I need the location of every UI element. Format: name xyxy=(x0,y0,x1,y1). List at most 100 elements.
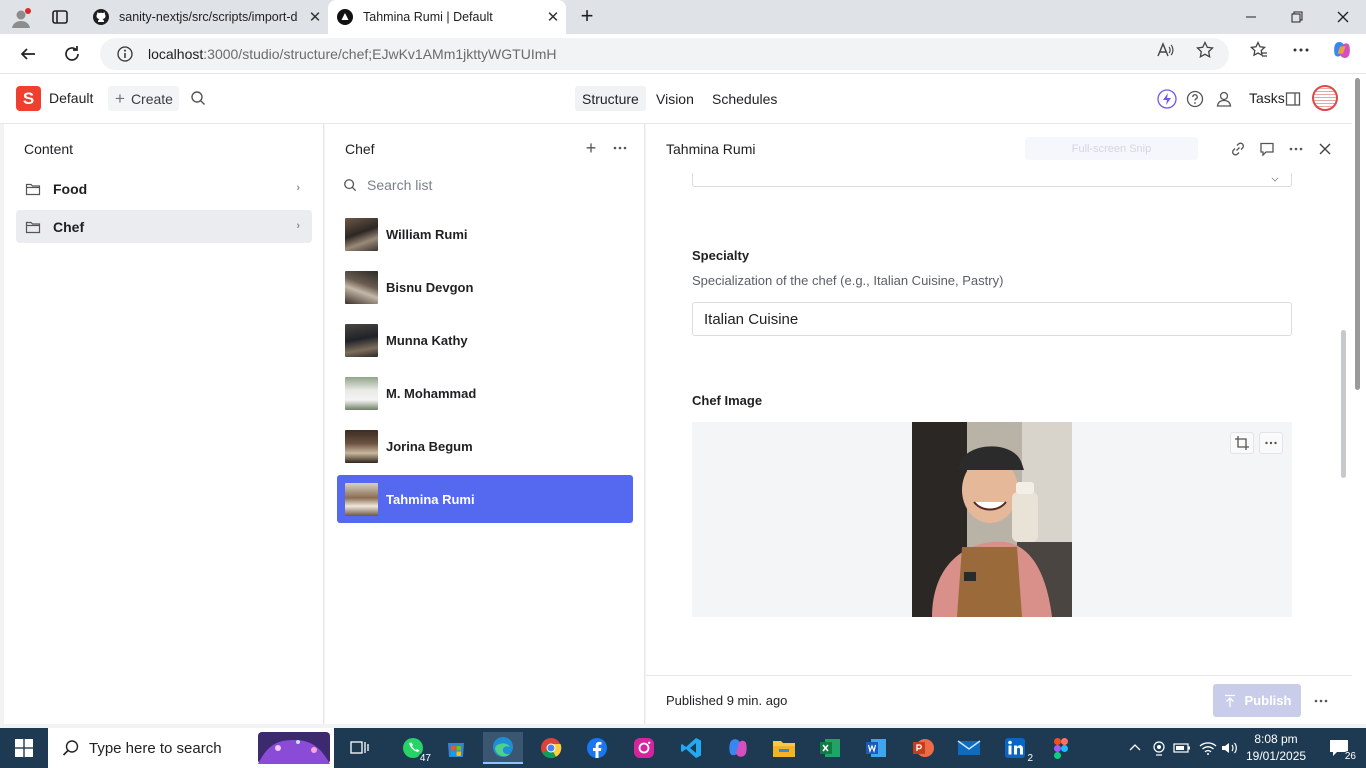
browser-tab-studio[interactable]: Tahmina Rumi | Default ✕ xyxy=(328,0,566,34)
page-scrollbar-thumb[interactable] xyxy=(1355,78,1360,390)
vscode-icon[interactable] xyxy=(671,732,711,764)
linkedin-badge: 2 xyxy=(1025,753,1035,764)
favorites-icon[interactable] xyxy=(1249,40,1269,60)
sanity-logo-icon[interactable]: S xyxy=(16,86,41,111)
windows-start-icon[interactable] xyxy=(0,728,48,768)
create-label: Create xyxy=(130,90,173,107)
wifi-icon[interactable] xyxy=(1198,738,1218,758)
taskbar-search-box[interactable]: Type here to search xyxy=(48,728,334,768)
browser-tab-github[interactable]: sanity-nextjs/src/scripts/import-d ✕ xyxy=(84,0,328,34)
crop-icon[interactable] xyxy=(1230,432,1254,454)
new-tab-icon[interactable]: + xyxy=(576,5,598,28)
more-options-icon[interactable] xyxy=(1291,40,1311,60)
publish-status: Published 9 min. ago xyxy=(666,693,788,708)
nav-structure[interactable]: Structure xyxy=(575,86,646,111)
document-actions-menu-icon[interactable] xyxy=(1310,690,1332,712)
workspace-name[interactable]: Default xyxy=(49,90,93,106)
close-tab-icon[interactable]: ✕ xyxy=(540,4,566,30)
document-footer: Published 9 min. ago Publish xyxy=(646,675,1352,724)
chef-list-item[interactable]: Munna Kathy xyxy=(337,316,633,364)
facebook-icon[interactable] xyxy=(577,732,617,764)
copilot-app-icon[interactable] xyxy=(718,732,758,764)
chef-name: William Rumi xyxy=(386,226,468,242)
chef-list-item-selected[interactable]: Tahmina Rumi xyxy=(337,475,633,523)
comment-icon[interactable] xyxy=(1256,138,1278,160)
taskbar-search-placeholder: Type here to search xyxy=(89,739,222,757)
taskbar-clock[interactable]: 8:08 pm 19/01/2025 xyxy=(1246,731,1306,765)
chef-list-item[interactable]: Bisnu Devgon xyxy=(337,263,633,311)
content-pane-title: Content xyxy=(24,141,74,157)
chef-image-field[interactable] xyxy=(692,422,1292,617)
show-hidden-icons-icon[interactable] xyxy=(1125,738,1145,758)
sidebar-toggle-icon[interactable] xyxy=(1283,89,1303,109)
whatsapp-icon[interactable]: 47 xyxy=(393,732,433,764)
user-avatar[interactable] xyxy=(1312,85,1338,111)
chrome-icon[interactable] xyxy=(531,732,571,764)
content-item-food[interactable]: Food › xyxy=(16,172,312,205)
linkedin-icon[interactable]: 2 xyxy=(995,732,1035,764)
minimize-icon[interactable] xyxy=(1228,0,1274,34)
publish-label: Publish xyxy=(1244,693,1292,708)
chef-name: M. Mohammad xyxy=(386,385,477,401)
chef-thumbnail xyxy=(345,482,378,516)
restore-icon[interactable] xyxy=(1274,0,1320,34)
nav-schedules[interactable]: Schedules xyxy=(705,86,784,111)
address-bar[interactable]: localhost:3000/studio/structure/chef;EJw… xyxy=(100,38,1229,70)
help-icon[interactable] xyxy=(1185,89,1205,109)
close-window-icon[interactable] xyxy=(1320,0,1366,34)
word-icon[interactable] xyxy=(856,732,896,764)
powerpoint-icon[interactable] xyxy=(903,732,943,764)
lightning-icon[interactable] xyxy=(1157,89,1177,109)
tasks-button[interactable]: Tasks xyxy=(1249,90,1285,106)
mail-icon[interactable] xyxy=(949,732,989,764)
link-icon[interactable] xyxy=(1227,138,1249,160)
notifications-badge: 26 xyxy=(1342,751,1358,762)
close-pane-icon[interactable] xyxy=(1314,138,1336,160)
back-icon[interactable] xyxy=(13,39,43,69)
instagram-icon[interactable] xyxy=(624,732,664,764)
chef-list-item[interactable]: Jorina Begum xyxy=(337,422,633,470)
site-info-icon[interactable] xyxy=(116,45,134,63)
chef-list-item[interactable]: William Rumi xyxy=(337,210,633,258)
figma-icon[interactable] xyxy=(1041,732,1081,764)
document-scrollbar-thumb[interactable] xyxy=(1341,330,1346,478)
tab-title: Tahmina Rumi | Default xyxy=(363,10,493,24)
pane-menu-icon[interactable] xyxy=(610,138,630,158)
copilot-icon[interactable] xyxy=(1332,40,1352,60)
favorite-star-icon[interactable] xyxy=(1195,40,1215,60)
search-list-input[interactable]: Search list xyxy=(343,177,432,193)
task-view-icon[interactable] xyxy=(340,732,380,764)
content-item-chef[interactable]: Chef › xyxy=(16,210,312,243)
document-title: Tahmina Rumi xyxy=(666,141,756,157)
profile-icon[interactable] xyxy=(10,7,32,29)
presence-icon[interactable] xyxy=(1214,89,1234,109)
volume-icon[interactable] xyxy=(1220,738,1240,758)
webcam-icon[interactable] xyxy=(1149,738,1169,758)
document-menu-icon[interactable] xyxy=(1285,138,1307,160)
tab-actions-icon[interactable] xyxy=(51,8,69,26)
search-icon[interactable] xyxy=(190,90,208,108)
read-aloud-icon[interactable] xyxy=(1155,40,1175,60)
chef-list-item[interactable]: M. Mohammad xyxy=(337,369,633,417)
add-document-icon[interactable]: + xyxy=(581,138,601,158)
excel-icon[interactable] xyxy=(810,732,850,764)
chef-pane-title: Chef xyxy=(345,141,375,157)
content-pane: Content Food › Chef › xyxy=(4,124,324,724)
battery-icon[interactable] xyxy=(1172,738,1192,758)
specialty-input[interactable]: Italian Cuisine xyxy=(692,302,1292,336)
notifications-icon[interactable]: 26 xyxy=(1322,738,1358,762)
previous-field-input[interactable] xyxy=(692,173,1292,187)
file-explorer-icon[interactable] xyxy=(764,732,804,764)
whatsapp-badge: 47 xyxy=(417,753,433,764)
document-pane: Tahmina Rumi Full-screen Snip Specialty … xyxy=(646,124,1352,724)
image-menu-icon[interactable] xyxy=(1259,432,1283,454)
chef-list-pane: Chef + Search list William Rumi Bisnu De… xyxy=(325,124,645,724)
tab-title: sanity-nextjs/src/scripts/import-d xyxy=(119,10,298,24)
nav-vision[interactable]: Vision xyxy=(649,86,701,111)
create-button[interactable]: + Create xyxy=(108,86,179,111)
microsoft-store-icon[interactable] xyxy=(436,732,476,764)
publish-button[interactable]: Publish xyxy=(1213,684,1301,717)
edge-icon[interactable] xyxy=(483,732,523,764)
refresh-icon[interactable] xyxy=(57,39,87,69)
close-tab-icon[interactable]: ✕ xyxy=(302,4,328,30)
